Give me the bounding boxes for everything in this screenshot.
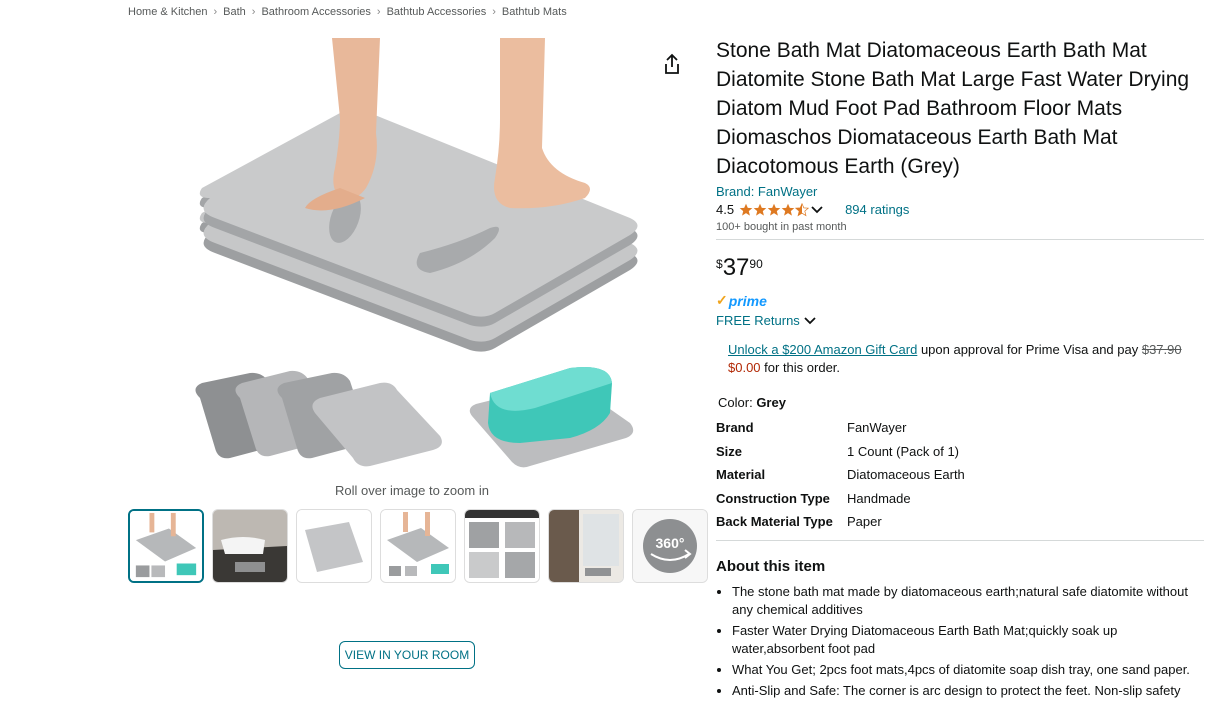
thumbnail-4[interactable] [380,509,456,583]
share-icon[interactable] [662,53,682,75]
free-returns-link[interactable]: FREE Returns [716,313,1204,328]
prime-visa-offer: Unlock a $200 Amazon Gift Card upon appr… [728,341,1204,377]
spec-row: Size 1 Count (Pack of 1) [716,440,1204,464]
divider [716,539,1204,541]
color-value: Grey [756,395,786,410]
spec-value: Diatomaceous Earth [847,467,965,483]
thumbnail-6[interactable] [548,509,624,583]
offer-text-1: upon approval for Prime Visa and pay [917,342,1142,357]
spec-row: Material Diatomaceous Earth [716,463,1204,487]
chevron-down-icon[interactable] [811,205,823,215]
spec-key: Construction Type [716,490,830,506]
divider [716,239,1204,240]
star-full-icon [781,203,795,216]
chevron-right-icon: › [492,6,496,18]
product-title: Stone Bath Mat Diatomaceous Earth Bath M… [716,39,1190,178]
rating-value: 4.5 [716,202,735,217]
rotate-360-icon: 360° [633,510,707,582]
breadcrumb: Home & Kitchen › Bath › Bathroom Accesso… [128,6,567,18]
product-details: Stone Bath Mat Diatomaceous Earth Bath M… [716,36,1204,703]
star-rating[interactable] [739,202,810,217]
price: $ 37 90 [716,254,1204,282]
breadcrumb-bathtub-accessories[interactable]: Bathtub Accessories [387,6,487,18]
spec-value: 1 Count (Pack of 1) [847,443,959,459]
star-half-icon [795,202,810,216]
thumb-360-label: 360° [656,535,685,551]
star-full-icon [753,203,767,216]
list-item: What You Get; 2pcs foot mats,4pcs of dia… [732,661,1204,679]
about-bullets: The stone bath mat made by diatomaceous … [716,583,1204,700]
spec-row: Construction Type Handmade [716,487,1204,511]
free-returns-label: FREE Returns [716,313,800,328]
spec-table: Brand FanWayer Size 1 Count (Pack of 1) Ma… [716,416,1204,534]
color-label: Color: [718,395,753,410]
spec-value: Handmade [847,490,911,506]
thumbnail-1[interactable] [128,509,204,583]
spec-key: Back Material Type [716,514,833,530]
thumbnail-360[interactable]: 360° [632,509,708,583]
view-in-room-button[interactable]: VIEW IN YOUR ROOM [339,641,475,669]
offer-text-2: for this order. [760,360,841,375]
offer-price: $0.00 [728,360,761,375]
about-this-item-heading: About this item [716,557,826,575]
color-selection: Color: Grey [718,395,1204,410]
star-full-icon [739,203,753,216]
breadcrumb-bathroom-accessories[interactable]: Bathroom Accessories [261,6,370,18]
spec-key: Brand [716,420,754,436]
price-fraction: 90 [749,257,763,271]
bath-mat-illustration [195,38,638,468]
price-whole: 37 [722,254,750,281]
brand-link[interactable]: Brand: FanWayer [716,184,1204,199]
bought-in-past-month: 100+ bought in past month [716,221,847,233]
chevron-right-icon: › [376,6,381,18]
spec-row: Back Material Type Paper [716,510,1204,534]
spec-value: FanWayer [847,420,907,436]
list-item: The stone bath mat made by diatomaceous … [732,583,1204,619]
price-symbol: $ [716,257,723,271]
chevron-right-icon: › [213,6,218,18]
zoom-hint: Roll over image to zoom in [335,483,489,498]
spec-key: Size [716,443,743,459]
list-item: Faster Water Drying Diatomaceous Earth B… [732,622,1204,658]
chevron-down-icon [804,316,816,324]
breadcrumb-bathtub-mats[interactable]: Bathtub Mats [502,6,567,18]
list-item: Anti-Slip and Safe: The corner is arc de… [732,682,1204,700]
prime-badge: ✓ prime [716,292,1204,309]
prime-label: prime [728,292,767,309]
thumbnail-2[interactable] [212,509,288,583]
ratings-count-link[interactable]: 894 ratings [845,202,909,217]
offer-strike-price: $37.90 [1141,342,1182,357]
breadcrumb-home-kitchen[interactable]: Home & Kitchen [128,6,207,18]
gift-card-link[interactable]: Unlock a $200 Amazon Gift Card [728,342,917,357]
thumbnail-3[interactable] [296,509,372,583]
thumbnail-5[interactable] [464,509,540,583]
spec-key: Material [716,467,766,483]
breadcrumb-bath[interactable]: Bath [223,6,246,18]
spec-value: Paper [847,514,882,530]
main-product-image[interactable] [190,38,645,478]
thumbnail-strip: 360° [128,509,708,583]
star-full-icon [767,203,781,216]
chevron-right-icon: › [251,6,256,18]
rating-row: 4.5 894 ratings [716,202,1204,217]
spec-row: Brand FanWayer [716,416,1204,440]
prime-check-icon: ✓ [716,292,728,308]
